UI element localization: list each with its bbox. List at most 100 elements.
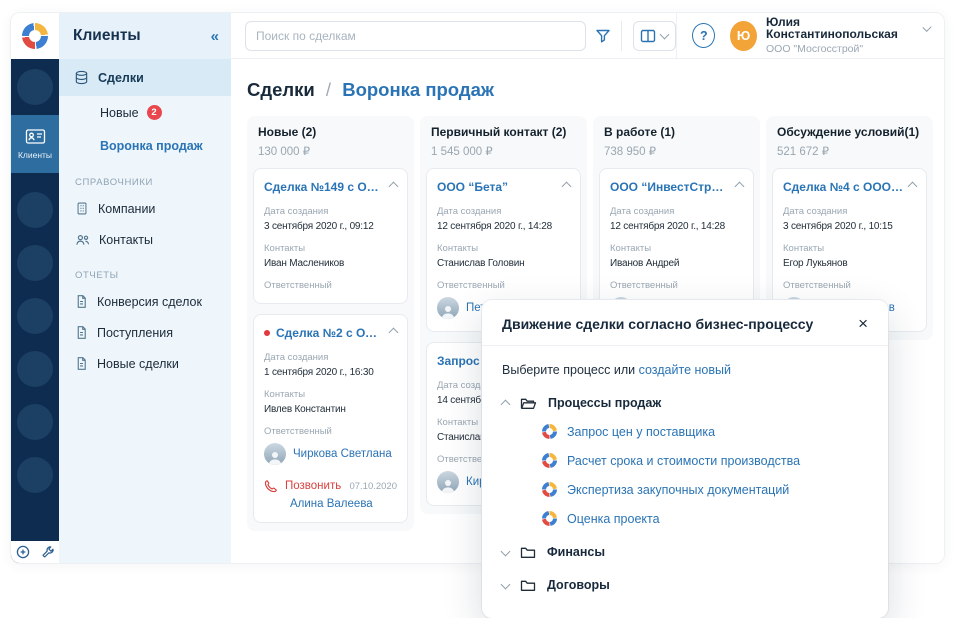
modal-title: Движение сделки согласно бизнес-процессу bbox=[502, 316, 858, 332]
breadcrumb: Сделки / Воронка продаж bbox=[231, 59, 944, 116]
deal-title[interactable]: Сделка №4 с ООО “Г... bbox=[783, 180, 903, 195]
section-reports: ОТЧЕТЫ bbox=[59, 255, 231, 286]
header-divider bbox=[676, 13, 677, 59]
sidebar-item-label: Новые bbox=[100, 106, 139, 120]
field-label: Ответственный bbox=[610, 280, 743, 291]
call-person-link[interactable]: Алина Валеева bbox=[290, 498, 397, 510]
toolbar-divider bbox=[621, 21, 622, 51]
plus-circle-icon bbox=[16, 545, 30, 559]
create-new-link[interactable]: создайте новый bbox=[639, 363, 731, 377]
deal-title[interactable]: ООО “ИнвестСтрой” bbox=[610, 180, 730, 195]
process-item[interactable]: Экспертиза закупочных документаций bbox=[542, 482, 868, 497]
rail-item-clients[interactable]: Клиенты bbox=[11, 115, 59, 173]
rail-avatar-placeholder bbox=[17, 192, 53, 228]
deal-title[interactable]: Сделка №2 с ОА “К... bbox=[276, 326, 384, 341]
field-label: Дата создания bbox=[437, 206, 570, 217]
wrench-icon bbox=[41, 545, 55, 559]
document-icon bbox=[75, 356, 88, 371]
process-icon bbox=[542, 511, 557, 526]
sidebar-item-incoming[interactable]: Поступления bbox=[59, 317, 231, 348]
process-group-contracts[interactable]: Договоры bbox=[502, 578, 868, 592]
document-icon bbox=[75, 294, 88, 309]
sidebar-item-contacts[interactable]: Контакты bbox=[59, 224, 231, 255]
user-company: ООО "Мосгосстрой" bbox=[766, 44, 930, 55]
add-button[interactable] bbox=[16, 545, 30, 559]
chevron-down-icon bbox=[922, 23, 931, 32]
page: Клиенты « ? Ю bbox=[0, 0, 960, 618]
module-rail: Клиенты bbox=[11, 59, 59, 563]
collapse-sidebar-icon[interactable]: « bbox=[211, 28, 219, 45]
modal-body: Выберите процесс или создайте новый Проц… bbox=[482, 346, 888, 592]
field-label: Дата создания bbox=[783, 206, 916, 217]
chevron-up-icon[interactable] bbox=[389, 328, 399, 338]
sidebar-header: Клиенты « bbox=[59, 13, 231, 59]
process-label: Расчет срока и стоимости производства bbox=[567, 454, 800, 468]
process-label: Экспертиза закупочных документаций bbox=[567, 483, 789, 497]
field-value: Иван Маслеников bbox=[264, 258, 397, 269]
close-icon[interactable]: × bbox=[858, 315, 868, 332]
field-label: Ответственный bbox=[783, 280, 916, 291]
sidebar-item-deals[interactable]: Сделки bbox=[59, 59, 231, 96]
sidebar: Сделки Новые 2 Воронка продаж СПРАВОЧНИК… bbox=[59, 59, 231, 563]
rail-avatar-placeholder bbox=[17, 69, 53, 105]
group-label: Финансы bbox=[547, 545, 605, 559]
deal-card[interactable]: Сделка №2 с ОА “К... Дата создания 1 сен… bbox=[253, 314, 408, 523]
id-card-icon bbox=[25, 128, 46, 145]
field-value: 3 сентября 2020 г., 09:12 bbox=[264, 221, 397, 232]
group-label: Договоры bbox=[547, 578, 610, 592]
search-input[interactable] bbox=[245, 21, 586, 51]
process-item[interactable]: Оценка проекта bbox=[542, 511, 868, 526]
column-amount: 130 000 ₽ bbox=[253, 144, 408, 158]
process-group-finance[interactable]: Финансы bbox=[502, 545, 868, 559]
document-icon bbox=[75, 325, 88, 340]
process-icon bbox=[542, 424, 557, 439]
folder-icon bbox=[520, 578, 536, 592]
process-item[interactable]: Расчет срока и стоимости производства bbox=[542, 453, 868, 468]
call-action[interactable]: Позвонить bbox=[285, 480, 341, 492]
sidebar-item-companies[interactable]: Компании bbox=[59, 193, 231, 224]
sidebar-item-conversion[interactable]: Конверсия сделок bbox=[59, 286, 231, 317]
chevron-up-icon[interactable] bbox=[389, 182, 399, 192]
user-name: Юлия Константинопольская bbox=[766, 16, 917, 40]
column-amount: 738 950 ₽ bbox=[599, 144, 754, 158]
rail-avatar-placeholder bbox=[17, 404, 53, 440]
sidebar-item-label: Сделки bbox=[98, 71, 144, 85]
field-label: Контакты bbox=[437, 243, 570, 254]
filter-button[interactable] bbox=[586, 21, 621, 51]
deal-card[interactable]: Сделка №149 с ООО ... Дата создания 3 се… bbox=[253, 168, 408, 304]
rail-avatar-placeholder bbox=[17, 298, 53, 334]
process-group-sales[interactable]: Процессы продаж bbox=[502, 396, 868, 410]
user-menu[interactable]: Ю Юлия Константинопольская ООО "Мосгосст… bbox=[730, 16, 930, 55]
sidebar-item-label: Конверсия сделок bbox=[97, 295, 202, 309]
chevron-up-icon[interactable] bbox=[562, 182, 572, 192]
app-logo[interactable] bbox=[11, 13, 59, 59]
building-icon bbox=[75, 201, 89, 216]
breadcrumb-parent[interactable]: Сделки bbox=[247, 79, 315, 100]
module-title: Клиенты bbox=[73, 27, 211, 45]
column-amount: 1 545 000 ₽ bbox=[426, 144, 581, 158]
logo-icon bbox=[22, 23, 48, 49]
call-date: 07.10.2020 bbox=[349, 481, 397, 492]
deal-title[interactable]: Сделка №149 с ООО ... bbox=[264, 180, 384, 195]
field-label: Ответственный bbox=[437, 280, 570, 291]
funnel-icon bbox=[595, 28, 611, 43]
breadcrumb-current[interactable]: Воронка продаж bbox=[342, 79, 494, 100]
sidebar-item-label: Компании bbox=[98, 202, 155, 216]
field-value: 12 сентября 2020 г., 14:28 bbox=[437, 221, 570, 232]
board-view-button[interactable] bbox=[633, 21, 675, 51]
columns-icon bbox=[640, 29, 656, 43]
deal-title[interactable]: ООО “Бета” bbox=[437, 180, 557, 195]
help-button[interactable]: ? bbox=[692, 23, 715, 48]
settings-button[interactable] bbox=[41, 545, 55, 559]
sidebar-item-new[interactable]: Новые 2 bbox=[59, 96, 231, 129]
header-right: ? Ю Юлия Константинопольская ООО "Мосгос… bbox=[676, 13, 930, 58]
field-label: Контакты bbox=[610, 243, 743, 254]
column-amount: 521 672 ₽ bbox=[772, 144, 927, 158]
process-item[interactable]: Запрос цен у поставщика bbox=[542, 424, 868, 439]
chevron-up-icon[interactable] bbox=[908, 182, 918, 192]
column-title: Новые (2) bbox=[253, 125, 408, 139]
sidebar-item-funnel[interactable]: Воронка продаж bbox=[59, 129, 231, 162]
responsible-link[interactable]: Чиркова Светлана bbox=[293, 448, 392, 460]
chevron-up-icon[interactable] bbox=[735, 182, 745, 192]
sidebar-item-new-deals[interactable]: Новые сделки bbox=[59, 348, 231, 379]
